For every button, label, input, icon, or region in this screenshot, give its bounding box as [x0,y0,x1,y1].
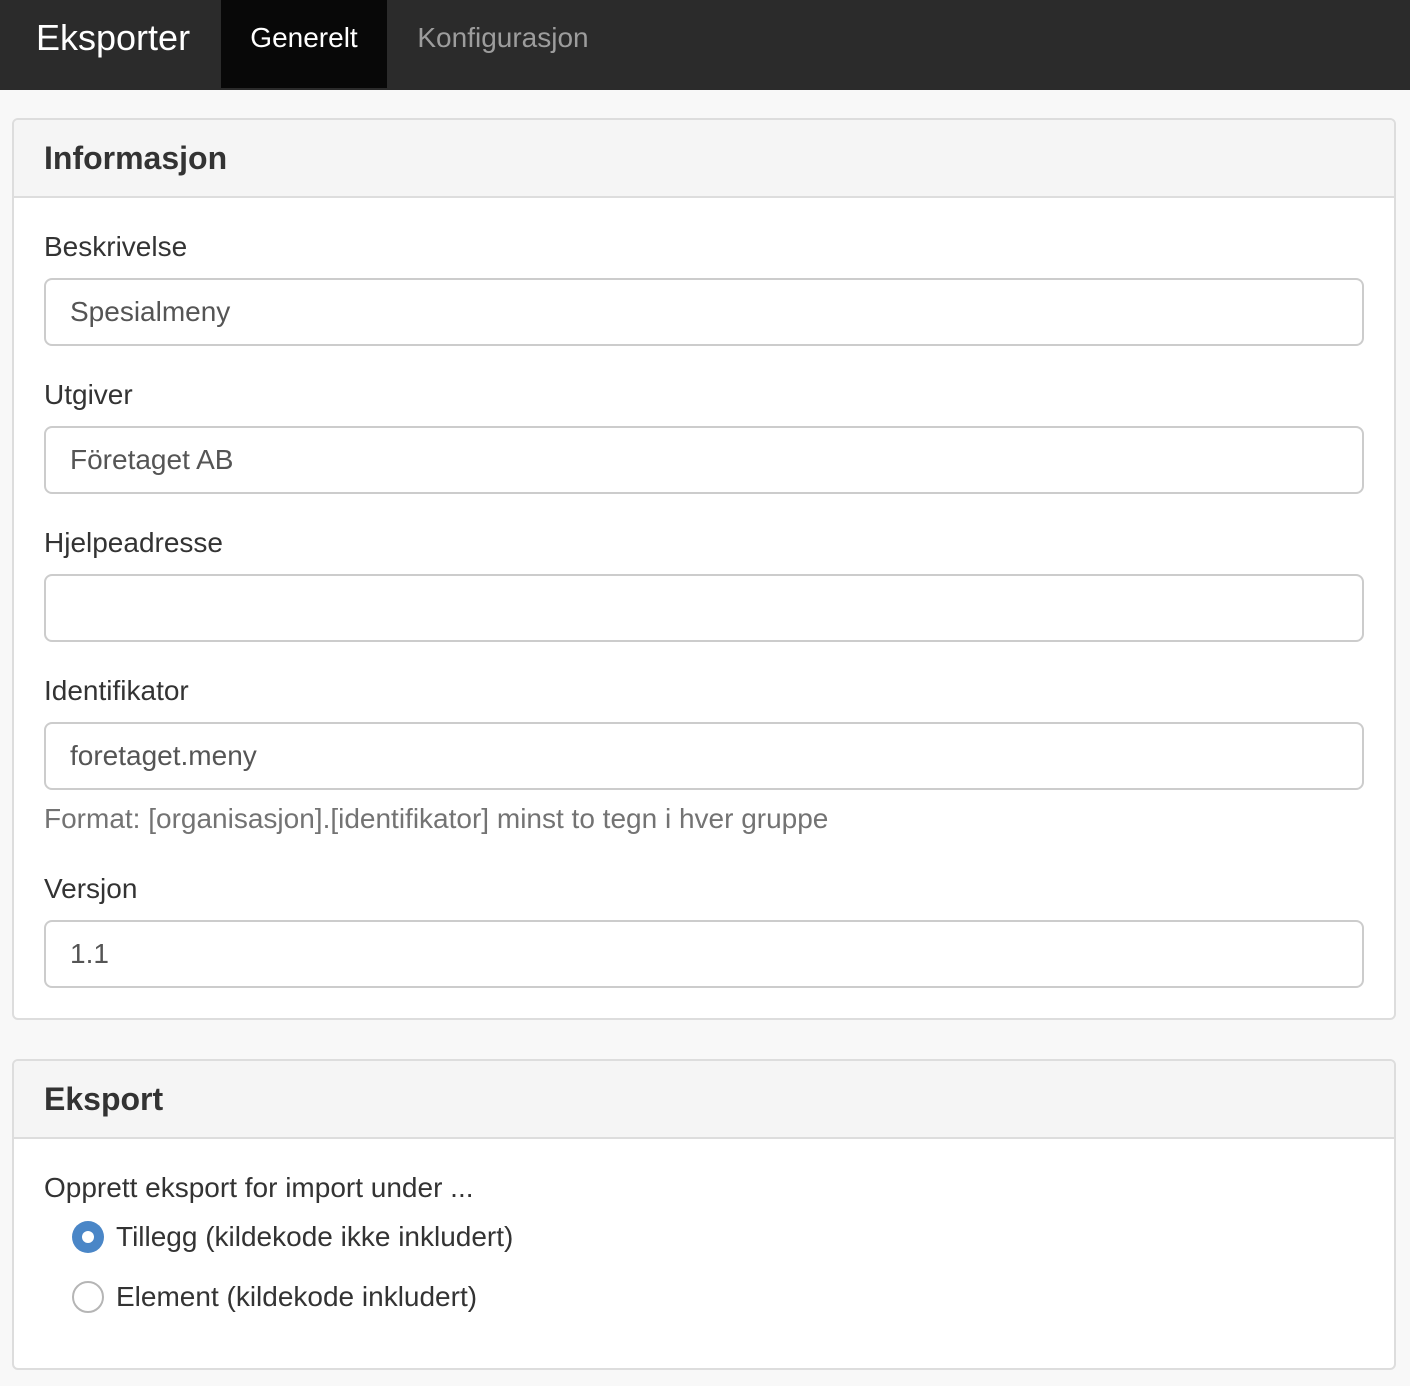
beskrivelse-label: Beskrivelse [44,231,188,262]
radio-label-element[interactable]: Element (kildekode inkludert) [116,1280,477,1314]
top-navbar: Eksporter Generelt Konfigurasjon [0,0,1410,90]
tab-konfigurasjon[interactable]: Konfigurasjon [387,0,619,88]
tab-generelt[interactable]: Generelt [221,0,387,88]
identifikator-input[interactable] [44,722,1364,790]
export-panel: Eksport Opprett eksport for import under… [12,1059,1396,1370]
navbar-brand[interactable]: Eksporter [36,16,190,60]
versjon-input[interactable] [44,920,1364,988]
info-panel: Informasjon Beskrivelse Utgiver Hjelpead… [12,118,1396,1020]
hjelpeadresse-label: Hjelpeadresse [44,527,223,558]
radio-checked-icon[interactable] [72,1221,104,1253]
radio-option-tillegg[interactable]: Tillegg (kildekode ikke inkludert) [72,1219,513,1255]
info-panel-title: Informasjon [14,120,1394,198]
export-prompt: Opprett eksport for import under ... [44,1172,474,1203]
identifikator-help-text: Format: [organisasjon].[identifikator] m… [44,803,829,834]
utgiver-label: Utgiver [44,379,133,410]
beskrivelse-input[interactable] [44,278,1364,346]
versjon-label: Versjon [44,873,138,904]
identifikator-label: Identifikator [44,675,189,706]
export-panel-title: Eksport [14,1061,1394,1139]
radio-option-element[interactable]: Element (kildekode inkludert) [72,1279,477,1315]
hjelpeadresse-input[interactable] [44,574,1364,642]
utgiver-input[interactable] [44,426,1364,494]
radio-label-tillegg[interactable]: Tillegg (kildekode ikke inkludert) [116,1220,513,1254]
radio-unchecked-icon[interactable] [72,1281,104,1313]
